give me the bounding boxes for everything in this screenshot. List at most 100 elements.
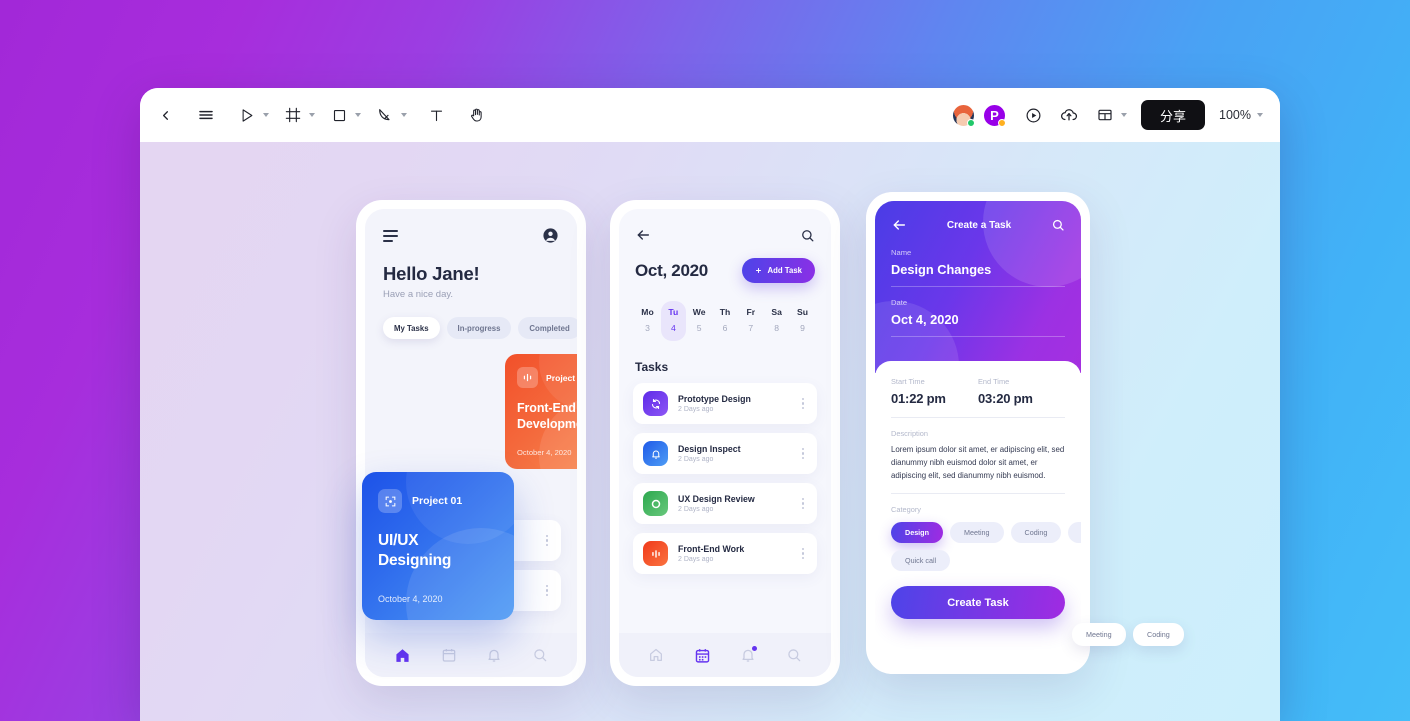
category-label: Category <box>891 505 921 515</box>
equalizer-icon <box>517 367 538 388</box>
task-name-value: Design Changes <box>891 262 992 277</box>
move-tool-icon[interactable] <box>232 100 262 130</box>
shape-tool-chevron-down-icon[interactable] <box>355 113 361 117</box>
zoom-level-dropdown[interactable]: 100% <box>1219 108 1266 122</box>
search-icon[interactable] <box>1051 218 1065 232</box>
play-present-icon[interactable] <box>1018 100 1048 130</box>
category-chip-quick-call[interactable]: Quick call <box>891 550 951 572</box>
more-options-icon[interactable] <box>799 545 807 562</box>
project-carousel[interactable]: Project 02 Front-EndDevelopment October … <box>365 354 577 469</box>
week-day-label: Sa <box>771 307 782 317</box>
task-date-field[interactable]: Date Oct 4, 2020 <box>875 298 1081 337</box>
week-day-selector: Mo 3 Tu 4 We 5 Th 6 Fr 7 Sa 8 Su 9 <box>635 301 815 341</box>
week-day-tu[interactable]: Tu 4 <box>660 301 686 341</box>
more-options-icon[interactable] <box>543 582 551 599</box>
tab-completed[interactable]: Completed <box>518 317 577 339</box>
share-button[interactable]: 分享 <box>1141 100 1206 130</box>
phone-frame-calendar[interactable]: Oct, 2020 Add Task Mo 3 Tu 4 We 5 Th 6 F… <box>610 200 840 686</box>
week-day-mo[interactable]: Mo 3 <box>635 301 660 341</box>
hamburger-menu-button[interactable] <box>191 100 221 130</box>
refresh-icon <box>643 391 668 416</box>
text-tool-icon[interactable] <box>421 100 451 130</box>
nav-home-icon[interactable] <box>648 647 664 663</box>
tab-my-tasks[interactable]: My Tasks <box>383 317 440 339</box>
task-item-prototype-design[interactable]: Prototype Design 2 Days ago <box>633 383 817 424</box>
more-options-icon[interactable] <box>799 395 807 412</box>
category-chip-meeting[interactable]: Meeting <box>949 522 1004 544</box>
nav-calendar-icon[interactable] <box>694 647 711 664</box>
category-chip-coding[interactable]: Coding <box>1010 522 1062 544</box>
layout-panel-icon[interactable] <box>1090 100 1120 130</box>
layout-chevron-down-icon[interactable] <box>1121 113 1127 117</box>
avatar-collaborator-1[interactable] <box>951 102 976 128</box>
phone-2-bottom-nav <box>619 633 831 677</box>
frame-tool-chevron-down-icon[interactable] <box>309 113 315 117</box>
create-task-button-label: Create Task <box>947 596 1009 609</box>
start-time-field[interactable]: Start Time 01:22 pm <box>891 377 978 406</box>
week-day-we[interactable]: We 5 <box>687 301 712 341</box>
project-card-02[interactable]: Project 02 Front-EndDevelopment October … <box>505 354 577 469</box>
end-time-field[interactable]: End Time 03:20 pm <box>978 377 1065 406</box>
end-time-value: 03:20 pm <box>978 391 1033 406</box>
floating-category-chip-meeting[interactable]: Meeting <box>1072 623 1126 646</box>
tab-in-progress[interactable]: In-progress <box>446 317 512 339</box>
pen-tool-chevron-down-icon[interactable] <box>401 113 407 117</box>
more-options-icon[interactable] <box>799 495 807 512</box>
cloud-upload-icon[interactable] <box>1054 100 1084 130</box>
task-name-label: Name <box>891 248 912 257</box>
shape-tool-icon[interactable] <box>324 100 354 130</box>
task-time: 2 Days ago <box>678 406 714 413</box>
presence-dot-online <box>967 118 975 127</box>
phone-frame-create-task[interactable]: Create a Task Name Design Changes Date O… <box>866 192 1090 674</box>
back-arrow-icon[interactable] <box>635 227 651 243</box>
week-day-fr[interactable]: Fr 7 <box>738 301 763 341</box>
more-options-icon[interactable] <box>799 445 807 462</box>
week-day-number: 5 <box>696 323 702 333</box>
task-item-ux-design-review[interactable]: UX Design Review 2 Days ago <box>633 483 817 524</box>
category-chip-design[interactable]: Design <box>891 522 943 544</box>
frame-tool-icon[interactable] <box>278 100 308 130</box>
pen-tool-icon[interactable] <box>370 100 400 130</box>
week-day-su[interactable]: Su 9 <box>790 301 815 341</box>
back-button[interactable] <box>150 100 180 130</box>
bell-square-icon <box>643 441 668 466</box>
task-item-front-end-work[interactable]: Front-End Work 2 Days ago <box>633 533 817 574</box>
task-name-field[interactable]: Name Design Changes <box>875 248 1081 287</box>
avatar-collaborator-2[interactable]: P <box>982 102 1007 128</box>
week-day-th[interactable]: Th 6 <box>712 301 737 341</box>
profile-avatar-icon[interactable] <box>542 227 559 244</box>
more-options-icon[interactable] <box>543 532 551 549</box>
divider <box>891 493 1065 495</box>
add-task-button[interactable]: Add Task <box>742 258 815 283</box>
task-item-design-inspect[interactable]: Design Inspect 2 Days ago <box>633 433 817 474</box>
project-card-02-date: October 4, 2020 <box>517 448 572 457</box>
task-time: 2 Days ago <box>678 456 714 463</box>
nav-calendar-icon[interactable] <box>441 647 457 663</box>
menu-icon[interactable] <box>383 229 398 242</box>
description-value: Lorem ipsum dolor sit amet, er adipiscin… <box>891 445 1065 480</box>
dragged-card-name: UI/UX Designing <box>378 531 498 570</box>
week-day-number: 4 <box>670 323 676 333</box>
nav-home-icon[interactable] <box>394 647 411 664</box>
create-task-button[interactable]: Create Task <box>891 586 1065 620</box>
dragged-project-card-01[interactable]: Project 01 UI/UX Designing October 4, 20… <box>362 472 514 620</box>
nav-bell-icon[interactable] <box>740 646 758 663</box>
tasks-section-title: Tasks <box>635 360 669 374</box>
nav-search-icon[interactable] <box>532 647 548 663</box>
search-icon[interactable] <box>800 228 815 243</box>
hand-tool-icon[interactable] <box>462 100 492 130</box>
design-canvas[interactable]: Hello Jane! Have a nice day. My Tasks In… <box>140 142 1280 721</box>
week-day-number: 6 <box>722 323 728 333</box>
move-tool-chevron-down-icon[interactable] <box>263 113 269 117</box>
week-day-sa[interactable]: Sa 8 <box>764 301 789 341</box>
phone-2-screen: Oct, 2020 Add Task Mo 3 Tu 4 We 5 Th 6 F… <box>619 209 831 677</box>
notification-badge-dot <box>752 646 758 651</box>
zoom-chevron-down-icon[interactable] <box>1257 113 1263 117</box>
back-arrow-icon[interactable] <box>891 217 907 233</box>
design-tool-window: P 分享 100% Hello Jane! Have a nice day. M… <box>140 88 1280 721</box>
add-task-label: Add Task <box>767 266 802 275</box>
nav-bell-icon[interactable] <box>486 647 502 663</box>
floating-category-chip-coding[interactable]: Coding <box>1133 623 1184 646</box>
nav-search-icon[interactable] <box>786 647 802 663</box>
category-chip-bde[interactable]: BDE <box>1068 522 1081 544</box>
